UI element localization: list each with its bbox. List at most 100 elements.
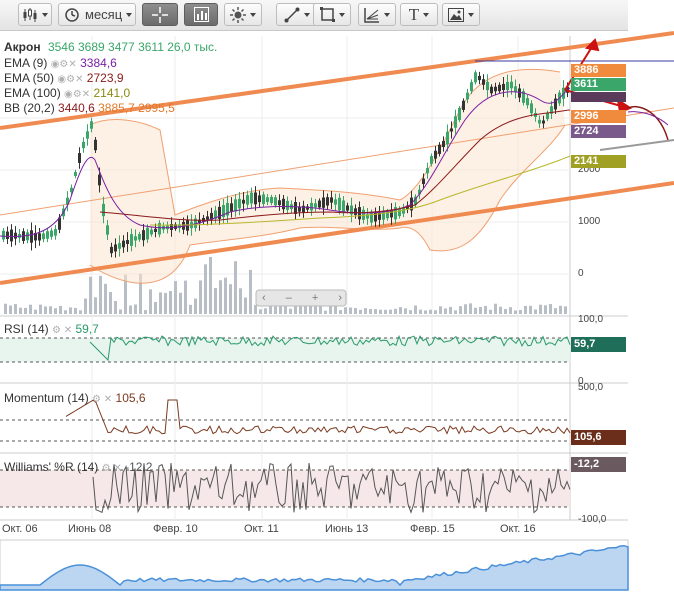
volume-bar	[554, 308, 557, 314]
williams-axis-bottom: -100,0	[578, 514, 607, 525]
period-label: месяц	[85, 7, 123, 22]
legend-ema9: EMA (9) ◉⚙✕ 3384,6	[4, 56, 117, 72]
volume-bar	[269, 305, 272, 314]
volume-bar	[99, 275, 102, 314]
volume-bar	[564, 306, 567, 314]
volume-bar	[89, 276, 92, 314]
volume-bar	[199, 280, 202, 314]
text-icon: T	[408, 4, 420, 24]
text-tool-button[interactable]: T	[400, 3, 438, 26]
close-icon[interactable]: ✕	[68, 59, 76, 70]
toolbar: месяц T	[0, 0, 628, 31]
shape-tool-button[interactable]	[313, 3, 351, 26]
volume-bar	[134, 304, 137, 314]
volume-bar	[239, 288, 242, 314]
volume-bar	[44, 306, 47, 314]
gear-icon[interactable]: ⚙ ✕	[92, 394, 112, 405]
gear-icon[interactable]: ⚙ ✕	[102, 463, 122, 474]
chart-icon	[193, 7, 209, 22]
volume-bar	[219, 280, 222, 314]
zoom-next-button[interactable]: ›	[338, 292, 342, 304]
volume-bar	[369, 308, 372, 314]
volume-bar	[544, 305, 547, 314]
ema9-value: 3384,6	[80, 56, 117, 70]
volume-bar	[549, 304, 552, 314]
zoom-in-button[interactable]: +	[312, 292, 318, 304]
ema50-value: 2723,9	[86, 71, 124, 85]
volume-bar	[94, 297, 97, 314]
volume-bar	[224, 277, 227, 314]
volume-bar	[264, 308, 267, 314]
rsi-title: RSI (14) ⚙ ✕ 59,7	[4, 322, 99, 336]
fib-tool-button[interactable]	[358, 3, 396, 26]
volume-bar	[19, 307, 22, 314]
volume-bar	[159, 292, 162, 314]
volume-bar	[259, 309, 262, 314]
eye-icon[interactable]: ◉	[57, 74, 66, 85]
bb-upper-value: 3885,7	[98, 101, 135, 115]
legend-low: 3477	[108, 40, 135, 54]
gear-icon[interactable]: ⚙	[66, 74, 75, 85]
ema50-label: EMA (50)	[4, 71, 55, 85]
price-tag-ema50: 2724	[571, 125, 626, 138]
volume-bar	[424, 310, 427, 314]
crosshair-button[interactable]	[142, 3, 178, 26]
rsi-axis-top: 100,0	[578, 314, 604, 325]
momentum-value-tag: 105,6	[571, 430, 626, 445]
volume-bar	[29, 304, 32, 314]
legend-bb: BB (20,2) 3440,6 3885,7 2995,5	[4, 101, 175, 115]
volume-bar	[149, 289, 152, 314]
volume-bar	[14, 304, 17, 314]
x-axis-label: Июнь 08	[68, 523, 112, 535]
volume-bar	[444, 308, 447, 314]
volume-bar	[474, 307, 477, 314]
williams-value: -12,2	[125, 460, 153, 474]
candle	[458, 105, 461, 123]
volume-bar	[454, 310, 457, 314]
chart-view-button[interactable]	[184, 3, 218, 26]
momentum-title: Momentum (14) ⚙ ✕ 105,6	[4, 391, 146, 405]
volume-bar	[484, 305, 487, 314]
close-icon[interactable]: ✕	[82, 89, 90, 100]
volume-bar	[494, 303, 497, 314]
close-icon[interactable]: ✕	[75, 74, 83, 85]
clock-icon	[65, 7, 79, 22]
williams-title: Williams' %R (14) ⚙ ✕ -12,2	[4, 460, 152, 474]
volume-bar	[194, 298, 197, 314]
volume-bar	[539, 304, 542, 314]
volume-bar	[69, 307, 72, 314]
line-tool-button[interactable]	[276, 3, 318, 26]
volume-bar	[524, 305, 527, 314]
candlestick-type-button[interactable]	[18, 3, 52, 26]
volume-bar	[404, 308, 407, 314]
volume-bar	[284, 306, 287, 314]
volume-bar	[384, 309, 387, 314]
momentum-value: 105,6	[115, 391, 146, 405]
volume-bar	[9, 305, 12, 314]
zoom-prev-button[interactable]: ‹	[262, 292, 266, 304]
ema100-label: EMA (100)	[4, 86, 61, 100]
volume-bar	[469, 303, 472, 314]
volume-bar	[59, 305, 62, 314]
volume-bar	[409, 310, 412, 314]
legend-close: 3611	[138, 40, 164, 54]
theme-button[interactable]	[224, 3, 262, 26]
volume-bar	[449, 306, 452, 314]
volume-bar	[349, 307, 352, 314]
volume-bar	[274, 306, 277, 314]
rsi-band	[0, 338, 570, 362]
gear-icon[interactable]: ⚙	[73, 89, 82, 100]
price-axis-label: 1000	[578, 216, 601, 227]
period-select[interactable]: месяц	[58, 3, 136, 26]
eye-icon[interactable]: ◉	[64, 89, 73, 100]
volume-bar	[489, 309, 492, 314]
volume-bar	[114, 300, 117, 314]
projection-curve	[627, 111, 669, 126]
legend-volume: 26,0 тыс.	[167, 40, 218, 54]
image-tool-button[interactable]	[442, 3, 480, 26]
momentum-label: Momentum (14)	[4, 391, 89, 405]
rsi-value-tag: 59,7	[571, 337, 626, 352]
gear-icon[interactable]: ⚙ ✕	[52, 325, 72, 336]
zoom-out-button[interactable]: –	[286, 292, 292, 304]
legend-ema100: EMA (100) ◉⚙✕ 2141,0	[4, 86, 130, 102]
